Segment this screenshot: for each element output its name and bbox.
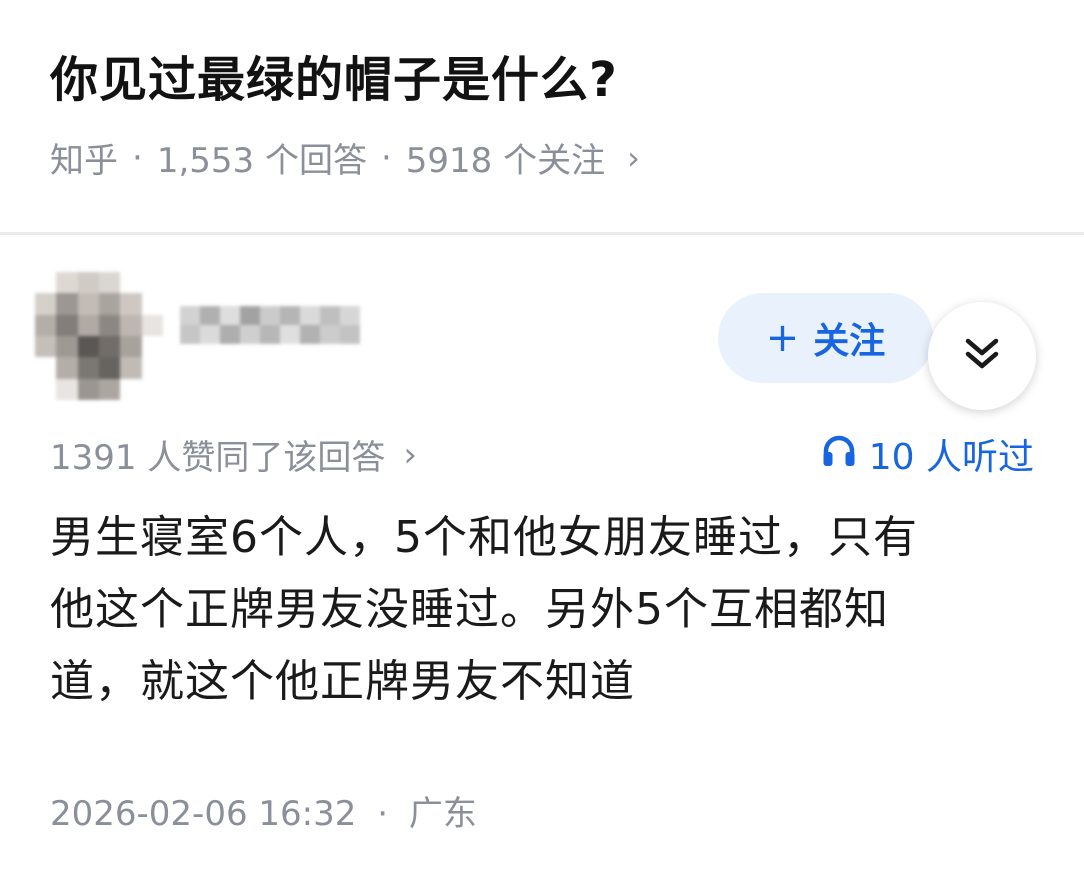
question-title[interactable]: 你见过最绿的帽子是什么? bbox=[50, 40, 618, 110]
follower-count: 5918 个关注 bbox=[405, 141, 606, 181]
follow-button[interactable]: + 关注 bbox=[718, 293, 933, 383]
headphones-icon bbox=[821, 433, 857, 476]
vote-count-link[interactable]: 1391 人赞同了该回答 › bbox=[50, 430, 417, 479]
answer-line: 道，就这个他正牌男友不知道 bbox=[50, 656, 635, 707]
expand-button[interactable] bbox=[928, 302, 1036, 410]
double-chevron-down-icon bbox=[963, 336, 1001, 376]
avatar[interactable] bbox=[35, 272, 163, 400]
answer-line: 他这个正牌男友没睡过。另外5个互相都知 bbox=[50, 584, 889, 635]
question-meta[interactable]: 知乎 · 1,553 个回答 · 5918 个关注 › bbox=[50, 133, 640, 182]
footer-separator: · bbox=[377, 794, 389, 834]
answer-count: 1,553 个回答 bbox=[156, 141, 367, 181]
chevron-right-icon: › bbox=[627, 138, 640, 177]
source-label: 知乎 bbox=[50, 141, 118, 181]
vote-count: 1391 人赞同了该回答 bbox=[50, 438, 386, 478]
answer-line: 男生寝室6个人，5个和他女朋友睡过，只有 bbox=[50, 512, 918, 563]
meta-separator: · bbox=[132, 137, 143, 178]
listen-link[interactable]: 10 人听过 bbox=[821, 428, 1034, 480]
answer-footer: 2026-02-06 16:32 · 广东 bbox=[50, 786, 477, 835]
plus-icon: + bbox=[765, 315, 800, 361]
chevron-right-icon: › bbox=[403, 434, 417, 475]
listen-count: 10 人听过 bbox=[868, 437, 1034, 478]
author-name-blurred[interactable] bbox=[180, 306, 360, 344]
answer-location: 广东 bbox=[408, 794, 477, 834]
section-divider bbox=[0, 232, 1084, 235]
answer-body[interactable]: 男生寝室6个人，5个和他女朋友睡过，只有 他这个正牌男友没睡过。另外5个互相都知… bbox=[50, 502, 1040, 718]
meta-separator: · bbox=[380, 137, 392, 178]
answer-datetime: 2026-02-06 16:32 bbox=[50, 794, 357, 834]
follow-label: 关注 bbox=[813, 321, 886, 362]
